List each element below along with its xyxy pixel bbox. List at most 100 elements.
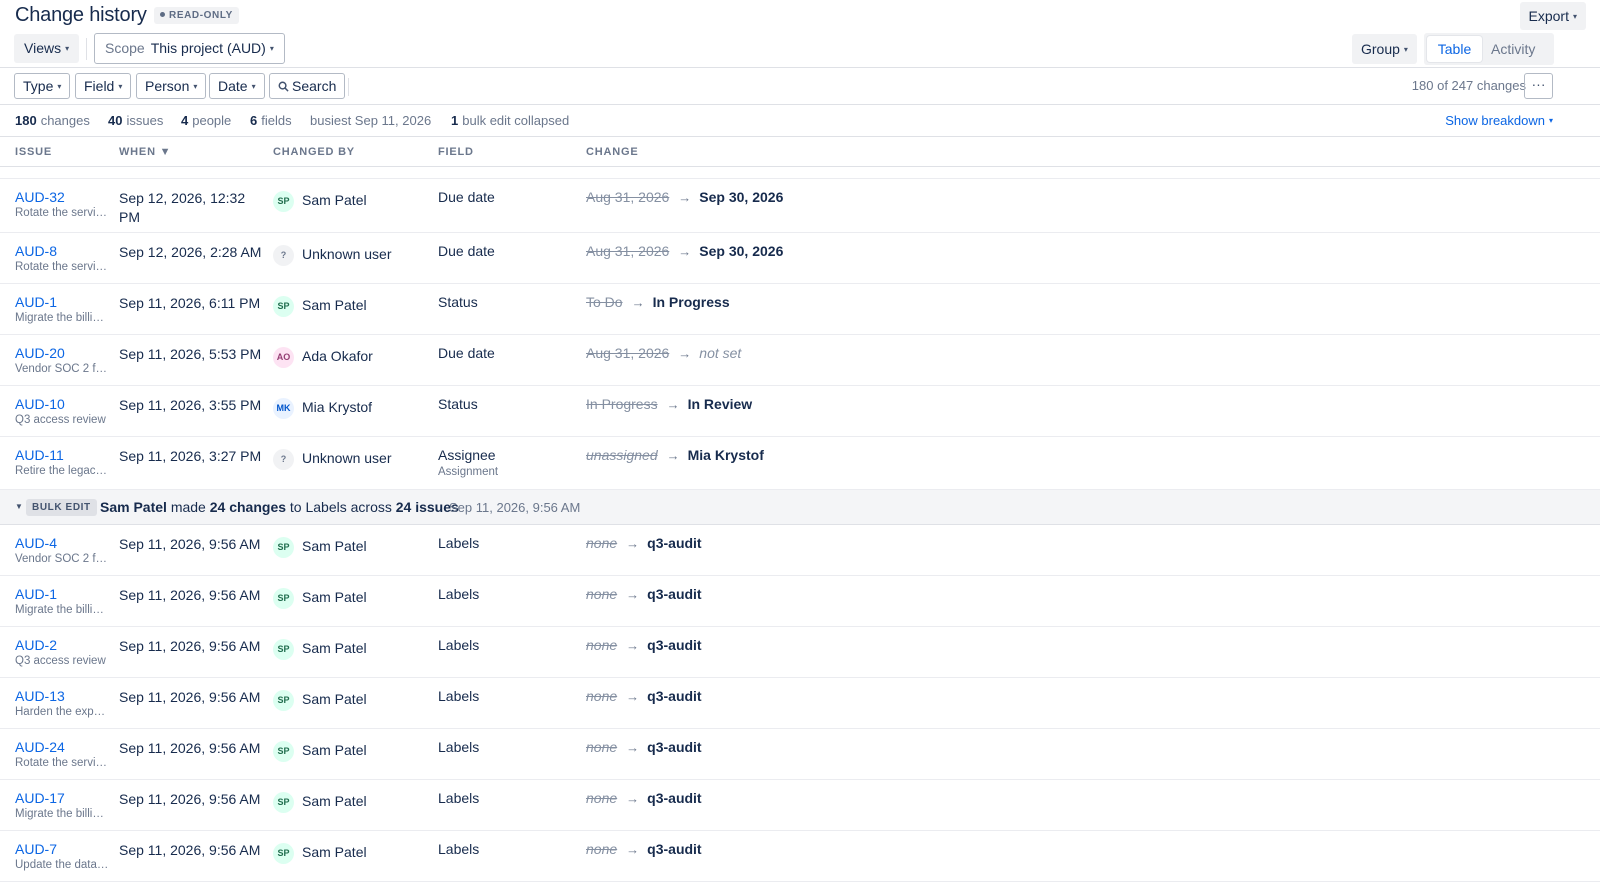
column-header-when[interactable]: WHEN ▼ xyxy=(119,146,171,158)
chevron-down-icon: ▾ xyxy=(269,44,274,53)
issue-summary: Migrate the billing service xyxy=(15,312,109,324)
dot-icon xyxy=(160,12,165,17)
changed-by-name: Sam Patel xyxy=(302,793,367,809)
table-row[interactable]: AUD-7 Update the data retention policy Sep… xyxy=(0,831,1600,882)
changed-by-name: Sam Patel xyxy=(302,192,367,208)
show-breakdown-link[interactable]: Show breakdown ▾ xyxy=(1445,113,1553,128)
table-row[interactable]: AUD-11 Retire the legacy exporter Sep 11, … xyxy=(0,437,1600,490)
issue-key-link[interactable]: AUD-13 xyxy=(15,688,65,704)
change-value: none → q3-audit xyxy=(586,790,702,806)
issue-key-link[interactable]: AUD-1 xyxy=(15,294,57,310)
table-row[interactable]: AUD-1 Migrate the billing service Sep 11, … xyxy=(0,284,1600,335)
person-filter-button[interactable]: Person ▾ xyxy=(136,73,207,99)
type-filter-button[interactable]: Type ▾ xyxy=(14,73,71,99)
table-row[interactable]: AUD-1 Migrate the billing service Sep 11, … xyxy=(0,576,1600,627)
column-header-changed-by[interactable]: CHANGED BY xyxy=(273,146,355,158)
table-row[interactable]: AUD-32 Rotate the service credentials Sep … xyxy=(0,179,1600,233)
arrow-right-icon: → xyxy=(626,842,640,857)
stat-changes: 180 changes xyxy=(15,113,90,128)
chevron-down-icon: ▾ xyxy=(251,82,256,91)
more-options-button[interactable]: ··· xyxy=(1524,73,1553,99)
table-row[interactable]: AUD-10 Q3 access review Sep 11, 2026, 3:55… xyxy=(0,386,1600,437)
new-value: q3-audit xyxy=(647,637,702,653)
changed-by-name: Sam Patel xyxy=(302,589,367,605)
field-name: Labels xyxy=(438,739,480,755)
field-filter-button[interactable]: Field ▾ xyxy=(75,73,132,99)
issue-summary: Rotate the service tokens xyxy=(15,757,109,769)
issue-key-link[interactable]: AUD-24 xyxy=(15,739,65,755)
change-value: To Do → In Progress xyxy=(586,294,730,310)
old-value: none xyxy=(586,637,618,653)
table-row[interactable]: AUD-20 Vendor SOC 2 follow-up Sep 11, 2026… xyxy=(0,335,1600,386)
changed-by-name: Ada Okafor xyxy=(302,348,373,364)
avatar: SP xyxy=(273,843,294,864)
date-filter-button[interactable]: Date ▾ xyxy=(209,73,265,99)
table-row[interactable]: AUD-2 Q3 access review Sep 11, 2026, 9:56 … xyxy=(0,627,1600,678)
issue-key-link[interactable]: AUD-1 xyxy=(15,586,57,602)
field-name: Assignee xyxy=(438,447,496,463)
column-header-field[interactable]: FIELD xyxy=(438,146,474,158)
search-button[interactable]: Search xyxy=(269,73,346,99)
group-button[interactable]: Group ▾ xyxy=(1352,34,1417,64)
avatar: ? xyxy=(273,245,294,266)
table-row[interactable]: AUD-13 Harden the export pipeline Sep 11, … xyxy=(0,678,1600,729)
read-only-badge: READ-ONLY xyxy=(154,7,239,24)
bulk-edit-group[interactable]: ▼ BULK EDIT Sam Patel made 24 changes to… xyxy=(0,490,1600,525)
issue-key-link[interactable]: AUD-11 xyxy=(15,447,64,463)
change-time: Sep 11, 2026, 3:27 PM xyxy=(119,448,262,464)
change-value: Aug 31, 2026 → Sep 30, 2026 xyxy=(586,189,783,205)
issue-summary: Q3 access review xyxy=(15,655,106,667)
table-row[interactable]: AUD-8 Rotate the service keys Sep 12, 2026… xyxy=(0,233,1600,284)
changed-by-name: Unknown user xyxy=(302,450,392,466)
old-value: none xyxy=(586,841,618,857)
change-value: none → q3-audit xyxy=(586,739,702,755)
chevron-down-icon: ▾ xyxy=(193,82,198,91)
export-button[interactable]: Export ▾ xyxy=(1519,2,1586,30)
table-row[interactable]: AUD-4 Vendor SOC 2 findings Sep 11, 2026, … xyxy=(0,525,1600,576)
table-header: ISSUE WHEN ▼ CHANGED BY FIELD CHANGE xyxy=(0,137,1600,167)
old-value: none xyxy=(586,739,618,755)
changed-by-name: Sam Patel xyxy=(302,844,367,860)
old-value: none xyxy=(586,535,618,551)
new-value: not set xyxy=(699,345,742,361)
issue-key-link[interactable]: AUD-17 xyxy=(15,790,65,806)
avatar: SP xyxy=(273,741,294,762)
avatar: SP xyxy=(273,792,294,813)
new-value: Sep 30, 2026 xyxy=(699,189,784,205)
chevron-down-icon[interactable]: ▼ xyxy=(15,502,23,511)
issue-key-link[interactable]: AUD-2 xyxy=(15,637,57,653)
issue-key-link[interactable]: AUD-8 xyxy=(15,243,57,259)
issue-key-link[interactable]: AUD-20 xyxy=(15,345,65,361)
issue-summary: Rotate the service credentials xyxy=(15,207,109,219)
table-row[interactable]: AUD-24 Rotate the service tokens Sep 11, 2… xyxy=(0,729,1600,780)
arrow-right-icon: → xyxy=(631,295,645,310)
tab-table[interactable]: Table xyxy=(1427,36,1482,62)
search-label: Search xyxy=(292,78,337,94)
changed-by-name: Sam Patel xyxy=(302,742,367,758)
old-value: none xyxy=(586,688,618,704)
new-value: q3-audit xyxy=(647,586,702,602)
field-name: Status xyxy=(438,396,478,412)
issue-summary: Harden the export pipeline xyxy=(15,706,109,718)
table-row[interactable]: AUD-17 Migrate the billing reports Sep 11,… xyxy=(0,780,1600,831)
issue-key-link[interactable]: AUD-4 xyxy=(15,535,57,551)
scope-selector[interactable]: Scope This project (AUD) ▾ xyxy=(94,33,285,64)
old-value: Aug 31, 2026 xyxy=(586,345,670,361)
issue-summary: Vendor SOC 2 findings xyxy=(15,553,109,565)
arrow-right-icon: → xyxy=(666,448,680,463)
issue-key-link[interactable]: AUD-10 xyxy=(15,396,65,412)
divider xyxy=(86,38,87,60)
issue-summary: Retire the legacy exporter xyxy=(15,465,109,477)
change-time: Sep 12, 2026, 2:28 AM xyxy=(119,244,262,260)
views-button[interactable]: Views ▾ xyxy=(14,34,80,63)
field-name: Due date xyxy=(438,189,495,205)
column-header-change[interactable]: CHANGE xyxy=(586,146,638,158)
issue-key-link[interactable]: AUD-32 xyxy=(15,189,65,205)
old-value: unassigned xyxy=(586,447,658,463)
old-value: none xyxy=(586,790,618,806)
issue-key-link[interactable]: AUD-7 xyxy=(15,841,57,857)
column-header-issue[interactable]: ISSUE xyxy=(15,146,52,158)
avatar: ? xyxy=(273,449,294,470)
tab-activity[interactable]: Activity xyxy=(1491,33,1535,65)
new-value: q3-audit xyxy=(647,688,702,704)
